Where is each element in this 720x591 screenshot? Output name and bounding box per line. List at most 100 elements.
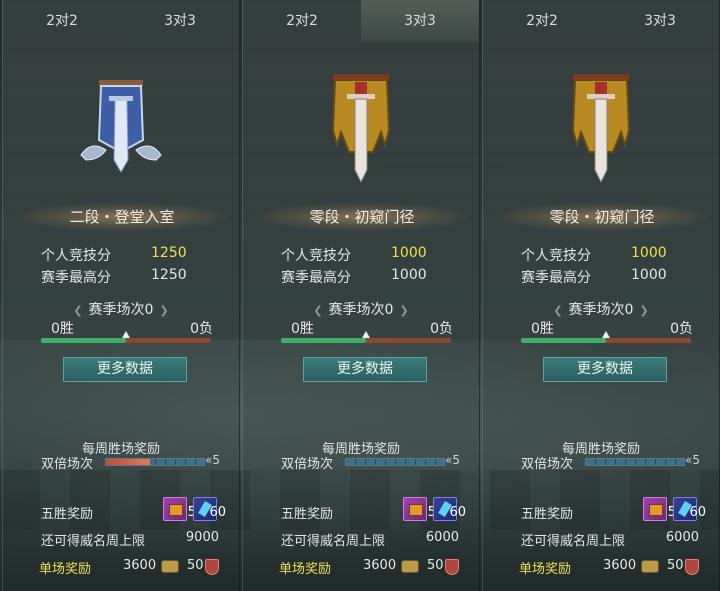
season-matches-title: ❮ 赛季场次0 ❯ <box>483 299 719 319</box>
rank-emblem-icon <box>331 74 391 184</box>
double-matches-row: 双倍场次 «5 <box>41 453 231 472</box>
season-high-label: 赛季最高分 <box>281 270 351 286</box>
personal-score-row: 个人竞技分 1000 <box>521 245 691 265</box>
single-match-reward-row: 单场奖励 3600 50 <box>279 558 469 578</box>
right-ornament-icon: ❯ <box>639 304 649 317</box>
single-match-reward-row: 单场奖励 3600 50 <box>39 558 229 578</box>
single-reward-label: 单场奖励 <box>519 562 572 577</box>
double-matches-bar <box>345 458 445 466</box>
coin-icon <box>401 560 419 573</box>
more-data-button[interactable]: 更多数据 <box>303 357 427 382</box>
double-matches-count: «5 <box>685 453 700 467</box>
sword-guard <box>109 96 133 101</box>
left-ornament-icon: ❮ <box>553 304 563 317</box>
season-high-value: 1250 <box>151 267 187 283</box>
more-data-button[interactable]: 更多数据 <box>543 357 667 382</box>
rank-title: 二段・登堂入室 <box>17 203 227 231</box>
arena-panel-1: 2对2 3对3 二段・登堂入室 个人竞技分 1250 赛季最高分 1250 ❮ 赛… <box>2 0 240 591</box>
arena-panel-2: 2对2 3对3 零段・初窥门径 个人竞技分 1000 赛季最高分 1000 ❮ 赛… <box>242 0 480 591</box>
personal-score-label: 个人竞技分 <box>281 248 351 264</box>
personal-score-label: 个人竞技分 <box>41 248 111 264</box>
double-matches-bar <box>105 458 205 466</box>
season-high-value: 1000 <box>631 267 667 283</box>
personal-score-value: 1000 <box>391 245 427 261</box>
double-matches-row: 双倍场次 «5 <box>281 453 471 472</box>
season-high-label: 赛季最高分 <box>521 270 591 286</box>
personal-score-label: 个人竞技分 <box>521 248 591 264</box>
gem-reward-icon[interactable]: 60 <box>433 497 466 521</box>
coin-icon <box>161 560 179 573</box>
losses-count: 0负 <box>190 321 213 337</box>
gem-reward-icon[interactable]: 60 <box>673 497 706 521</box>
personal-score-value: 1000 <box>631 245 667 261</box>
wins-count: 0胜 <box>291 321 314 337</box>
left-ornament-icon: ❮ <box>313 304 323 317</box>
tab-2v2[interactable]: 2对2 <box>483 0 601 42</box>
sword-blade <box>354 98 368 184</box>
season-high-value: 1000 <box>391 267 427 283</box>
season-high-row: 赛季最高分 1250 <box>41 267 211 287</box>
season-high-label: 赛季最高分 <box>41 270 111 286</box>
rank-title: 零段・初窥门径 <box>257 203 467 231</box>
gem-count: 60 <box>689 505 706 520</box>
rank-title: 零段・初窥门径 <box>497 203 707 231</box>
more-data-button[interactable]: 更多数据 <box>63 357 187 382</box>
season-matches-title: ❮ 赛季场次0 ❯ <box>243 299 479 319</box>
season-matches-text: 赛季场次0 <box>568 302 634 318</box>
weekly-cap-value: 6000 <box>665 530 699 545</box>
single-coin-value: 3600 <box>603 558 637 573</box>
losses-count: 0负 <box>670 321 693 337</box>
right-ornament-icon: ❯ <box>399 304 409 317</box>
single-reward-label: 单场奖励 <box>279 562 332 577</box>
win-ratio-fill <box>281 338 366 343</box>
five-win-label: 五胜奖励 <box>281 507 334 522</box>
weekly-cap-row: 还可得威名周上限 6000 <box>281 530 459 549</box>
gem-count: 60 <box>209 505 226 520</box>
single-honor-value: 50 <box>667 558 684 573</box>
mode-tabs: 2对2 3对3 <box>483 0 719 42</box>
chest-reward-icon[interactable]: 5 <box>163 497 196 521</box>
win-ratio-fill <box>521 338 606 343</box>
sword-blade <box>594 98 608 184</box>
sword-pommel <box>355 82 367 94</box>
double-matches-fill <box>106 459 151 465</box>
left-cloud-ornament <box>80 145 107 161</box>
win-ratio-bar <box>41 331 211 343</box>
right-ornament-icon: ❯ <box>159 304 169 317</box>
win-ratio-fill <box>41 338 126 343</box>
rank-emblem-icon <box>80 80 162 173</box>
sword-pommel <box>595 82 607 94</box>
win-ratio-marker-icon <box>362 331 370 338</box>
wins-count: 0胜 <box>51 321 74 337</box>
season-matches-text: 赛季场次0 <box>88 302 154 318</box>
tab-3v3[interactable]: 3对3 <box>361 0 479 42</box>
five-win-reward-row: 五胜奖励 5 60 <box>41 497 226 525</box>
sword-guard <box>347 94 375 99</box>
tab-3v3[interactable]: 3对3 <box>121 0 239 42</box>
double-matches-bar <box>585 458 685 466</box>
gem-reward-icon[interactable]: 60 <box>193 497 226 521</box>
chest-reward-icon[interactable]: 5 <box>643 497 676 521</box>
rank-emblem-icon <box>571 74 631 184</box>
tab-3v3[interactable]: 3对3 <box>601 0 719 42</box>
chest-reward-icon[interactable]: 5 <box>403 497 436 521</box>
weekly-cap-row: 还可得威名周上限 9000 <box>41 530 219 549</box>
single-honor-value: 50 <box>427 558 444 573</box>
single-honor-value: 50 <box>187 558 204 573</box>
weekly-cap-value: 6000 <box>425 530 459 545</box>
win-ratio-marker-icon <box>602 331 610 338</box>
weekly-cap-value: 9000 <box>185 530 219 545</box>
weekly-cap-row: 还可得威名周上限 6000 <box>521 530 699 549</box>
double-matches-label: 双倍场次 <box>41 457 94 472</box>
double-matches-label: 双倍场次 <box>521 457 574 472</box>
wins-count: 0胜 <box>531 321 554 337</box>
honor-shield-icon <box>445 559 459 575</box>
right-cloud-ornament <box>135 145 162 161</box>
win-ratio-marker-icon <box>122 331 130 338</box>
tab-2v2[interactable]: 2对2 <box>3 0 121 42</box>
personal-score-row: 个人竞技分 1000 <box>281 245 451 265</box>
tab-2v2[interactable]: 2对2 <box>243 0 361 42</box>
sword-guard <box>587 94 615 99</box>
season-high-row: 赛季最高分 1000 <box>281 267 451 287</box>
personal-score-value: 1250 <box>151 245 187 261</box>
